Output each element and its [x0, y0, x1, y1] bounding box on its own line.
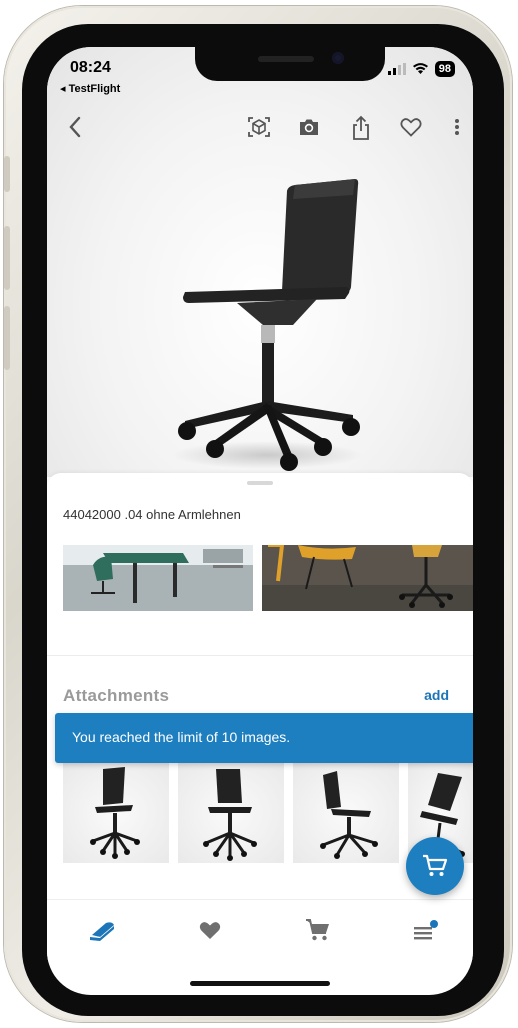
chair-thumbnail-image [90, 767, 140, 859]
status-time: 08:24 [70, 59, 111, 76]
bottom-tab-bar [47, 899, 473, 963]
book-icon [90, 922, 114, 941]
cart-icon [306, 919, 329, 941]
heart-icon[interactable] [399, 115, 423, 139]
attachments-heading: Attachments [63, 686, 170, 705]
heart-icon [199, 922, 221, 939]
share-icon[interactable] [349, 115, 373, 141]
battery-indicator: 98 [434, 61, 455, 77]
tab-menu[interactable] [411, 916, 441, 944]
tab-cart[interactable] [303, 916, 333, 944]
attachment-thumbnail[interactable] [63, 763, 169, 863]
section-divider [47, 655, 473, 656]
more-vertical-icon[interactable] [449, 115, 465, 139]
attachment-thumbnail[interactable] [178, 763, 284, 863]
attachment-thumbnail[interactable] [293, 763, 399, 863]
chairs-scene-image [262, 545, 473, 611]
chair-thumbnail-image [320, 771, 378, 859]
volume-down-button [4, 306, 10, 370]
app-screen: 08:24 ◂ TestFlight 98 44042000 .04 ohne … [47, 47, 473, 995]
status-back-to-app[interactable]: ◂ TestFlight [60, 82, 120, 95]
sheet-grabber[interactable] [247, 481, 273, 485]
volume-up-button [4, 226, 10, 290]
tab-catalog[interactable] [87, 916, 117, 944]
office-scene-image [63, 545, 253, 611]
menu-icon [414, 920, 438, 940]
camera-icon[interactable] [297, 115, 321, 139]
speaker [258, 56, 314, 62]
product-toolbar [47, 115, 473, 145]
back-chevron-icon[interactable] [67, 115, 83, 139]
product-id-label: 44042000 .04 ohne Armlehnen [63, 507, 241, 522]
product-hero-image [47, 47, 473, 477]
gallery-image[interactable] [63, 545, 253, 611]
ar-view-icon[interactable] [247, 115, 271, 139]
tab-favorites[interactable] [195, 916, 225, 944]
limit-toast: You reached the limit of 10 images. [55, 713, 473, 763]
mute-switch [4, 156, 10, 192]
front-camera [332, 52, 344, 64]
phone-notch [195, 47, 385, 81]
chair-thumbnail-image [203, 769, 257, 861]
add-to-cart-fab[interactable] [406, 837, 464, 895]
toast-message: You reached the limit of 10 images. [72, 729, 291, 745]
gallery-image[interactable] [262, 545, 473, 611]
home-indicator [190, 981, 330, 986]
cart-icon [423, 854, 448, 876]
chair-illustration [172, 179, 362, 471]
wifi-icon [412, 63, 428, 74]
signal-icon [387, 63, 406, 75]
add-attachment-button[interactable]: add [424, 687, 449, 703]
notification-badge [430, 920, 438, 928]
status-indicators: 98 [387, 61, 455, 77]
